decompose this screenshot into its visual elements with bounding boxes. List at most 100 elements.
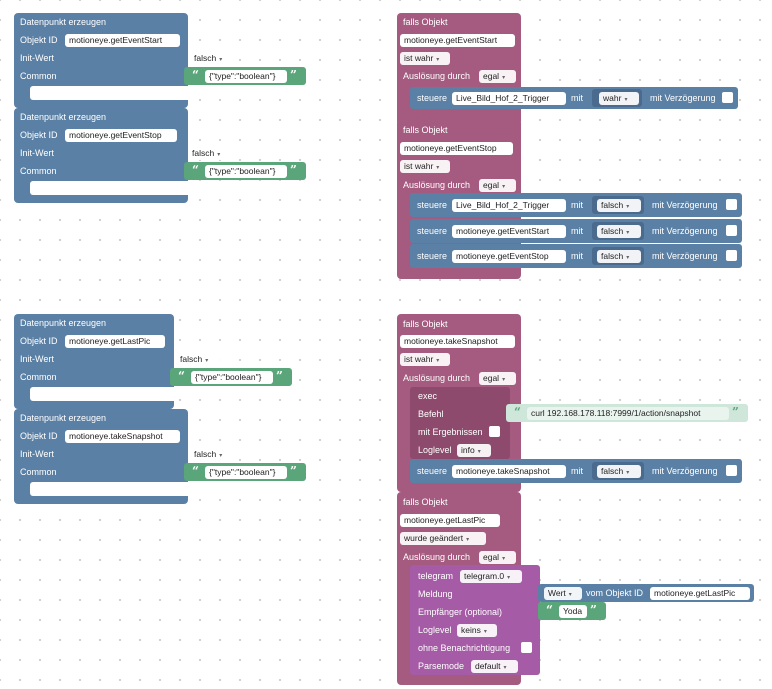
state-attr-text: Wert (548, 588, 566, 598)
delay-label: mit Verzögerung (652, 226, 718, 236)
init-value-text: falsch (194, 53, 217, 63)
quote-close-icon: ” (276, 369, 283, 383)
trigger-by-dropdown[interactable]: egal ▾ (479, 70, 516, 83)
init-value-dropdown[interactable]: falsch ▾ (190, 448, 236, 461)
trigger-condition-text: ist wahr (404, 161, 434, 171)
delay-checkbox[interactable] (726, 225, 737, 236)
common-value-field[interactable]: {"type":"boolean"} (191, 371, 273, 384)
trigger-by-text: egal (483, 180, 500, 190)
trigger-title: falls Objekt (403, 125, 448, 135)
telegram-loglevel-dropdown[interactable]: keins ▾ (457, 624, 497, 637)
from-object-label: vom Objekt ID (586, 588, 644, 598)
quote-open-icon: “ (514, 405, 521, 419)
trigger-condition-dropdown[interactable]: wurde geändert ▾ (400, 532, 486, 545)
trigger-by-text: egal (483, 71, 500, 81)
trigger-object-field[interactable]: motioneye.getLastPic (400, 514, 500, 527)
init-value-dropdown[interactable]: falsch ▾ (190, 52, 236, 65)
silent-label: ohne Benachrichtigung (418, 643, 511, 653)
control-value-dropdown[interactable]: falsch ▾ (597, 465, 641, 478)
control-value-dropdown[interactable]: wahr ▾ (599, 92, 639, 105)
chevron-down-icon: ▾ (624, 97, 628, 103)
trigger-condition-dropdown[interactable]: ist wahr ▾ (400, 160, 450, 173)
chevron-down-icon: ▾ (219, 57, 223, 63)
common-label: Common (20, 372, 57, 382)
results-checkbox[interactable] (489, 426, 500, 437)
state-attr-dropdown[interactable]: Wert ▾ (544, 587, 582, 600)
trigger-condition-dropdown[interactable]: ist wahr ▾ (400, 353, 450, 366)
from-object-field[interactable]: motioneye.getLastPic (650, 587, 750, 600)
common-label: Common (20, 71, 57, 81)
init-value-dropdown[interactable]: falsch ▾ (176, 353, 222, 366)
silent-checkbox[interactable] (521, 642, 532, 653)
quote-close-icon: ” (290, 163, 297, 177)
object-id-field[interactable]: motioneye.getLastPic (65, 335, 165, 348)
control-value-text: wahr (603, 93, 622, 103)
control-value-text: falsch (601, 251, 624, 261)
object-id-field[interactable]: motioneye.getEventStop (65, 129, 177, 142)
trigger-by-dropdown[interactable]: egal ▾ (479, 179, 516, 192)
control-with-label: mit (571, 200, 583, 210)
chevron-down-icon: ▾ (502, 556, 506, 562)
trigger-by-dropdown[interactable]: egal ▾ (479, 372, 516, 385)
control-value-dropdown[interactable]: falsch ▾ (597, 225, 641, 238)
telegram-title: telegram (418, 571, 454, 581)
common-label: Common (20, 467, 57, 477)
chevron-down-icon: ▾ (568, 592, 572, 598)
parsemode-dropdown[interactable]: default ▾ (471, 660, 518, 673)
telegram-loglevel-text: keins (461, 625, 481, 635)
command-value-field[interactable]: curl 192.168.178.118:7999/1/action/snaps… (527, 407, 729, 420)
delay-checkbox[interactable] (722, 92, 733, 103)
control-with-label: mit (571, 251, 583, 261)
delay-checkbox[interactable] (726, 250, 737, 261)
recipient-value-field[interactable]: Yoda (559, 605, 587, 618)
chevron-down-icon: ▾ (436, 165, 440, 171)
object-id-label: Objekt ID (20, 35, 58, 45)
chevron-down-icon: ▾ (502, 75, 506, 81)
results-label: mit Ergebnissen (418, 427, 483, 437)
loglevel-dropdown[interactable]: info ▾ (457, 444, 491, 457)
object-id-label: Objekt ID (20, 130, 58, 140)
chevron-down-icon: ▾ (626, 255, 630, 261)
trigger-object-field[interactable]: motioneye.getEventStop (400, 142, 513, 155)
init-value-dropdown[interactable]: falsch ▾ (188, 147, 234, 160)
recipient-label: Empfänger (optional) (418, 607, 503, 617)
delay-checkbox[interactable] (726, 465, 737, 476)
control-object-field[interactable]: motioneye.getEventStart (452, 225, 566, 238)
chevron-down-icon: ▾ (436, 358, 440, 364)
quote-open-icon: “ (178, 369, 185, 383)
delay-label: mit Verzögerung (650, 93, 716, 103)
create-block-title: Datenpunkt erzeugen (20, 17, 107, 27)
control-value-text: falsch (601, 226, 624, 236)
common-value-field[interactable]: {"type":"boolean"} (205, 70, 287, 83)
delay-label: mit Verzögerung (652, 200, 718, 210)
init-value-label: Init-Wert (20, 449, 54, 459)
control-label: steuere (417, 251, 448, 261)
control-object-field[interactable]: Live_Bild_Hof_2_Trigger (452, 92, 566, 105)
chevron-down-icon: ▾ (217, 152, 221, 158)
trigger-object-field[interactable]: motioneye.getEventStart (400, 34, 515, 47)
control-object-field[interactable]: Live_Bild_Hof_2_Trigger (452, 199, 566, 212)
init-value-text: falsch (194, 449, 217, 459)
chevron-down-icon: ▾ (466, 537, 470, 543)
control-object-field[interactable]: motioneye.getEventStop (452, 250, 566, 263)
control-object-field[interactable]: motioneye.takeSnapshot (452, 465, 566, 478)
trigger-object-field[interactable]: motioneye.takeSnapshot (400, 335, 515, 348)
delay-label: mit Verzögerung (652, 251, 718, 261)
control-label: steuere (417, 200, 448, 210)
create-block-title: Datenpunkt erzeugen (20, 112, 107, 122)
common-value-field[interactable]: {"type":"boolean"} (205, 165, 287, 178)
telegram-instance-dropdown[interactable]: telegram.0 ▾ (460, 570, 522, 583)
control-value-dropdown[interactable]: falsch ▾ (597, 250, 641, 263)
object-id-field[interactable]: motioneye.getEventStart (65, 34, 180, 47)
quote-open-icon: “ (192, 68, 199, 82)
object-id-field[interactable]: motioneye.takeSnapshot (65, 430, 180, 443)
delay-checkbox[interactable] (726, 199, 737, 210)
chevron-down-icon: ▾ (477, 449, 481, 455)
control-label: steuere (417, 93, 448, 103)
control-value-dropdown[interactable]: falsch ▾ (597, 199, 641, 212)
trigger-condition-dropdown[interactable]: ist wahr ▾ (400, 52, 450, 65)
parsemode-text: default (475, 661, 501, 671)
common-value-field[interactable]: {"type":"boolean"} (205, 466, 287, 479)
trigger-by-dropdown[interactable]: egal ▾ (479, 551, 516, 564)
exec-title: exec (418, 391, 438, 401)
